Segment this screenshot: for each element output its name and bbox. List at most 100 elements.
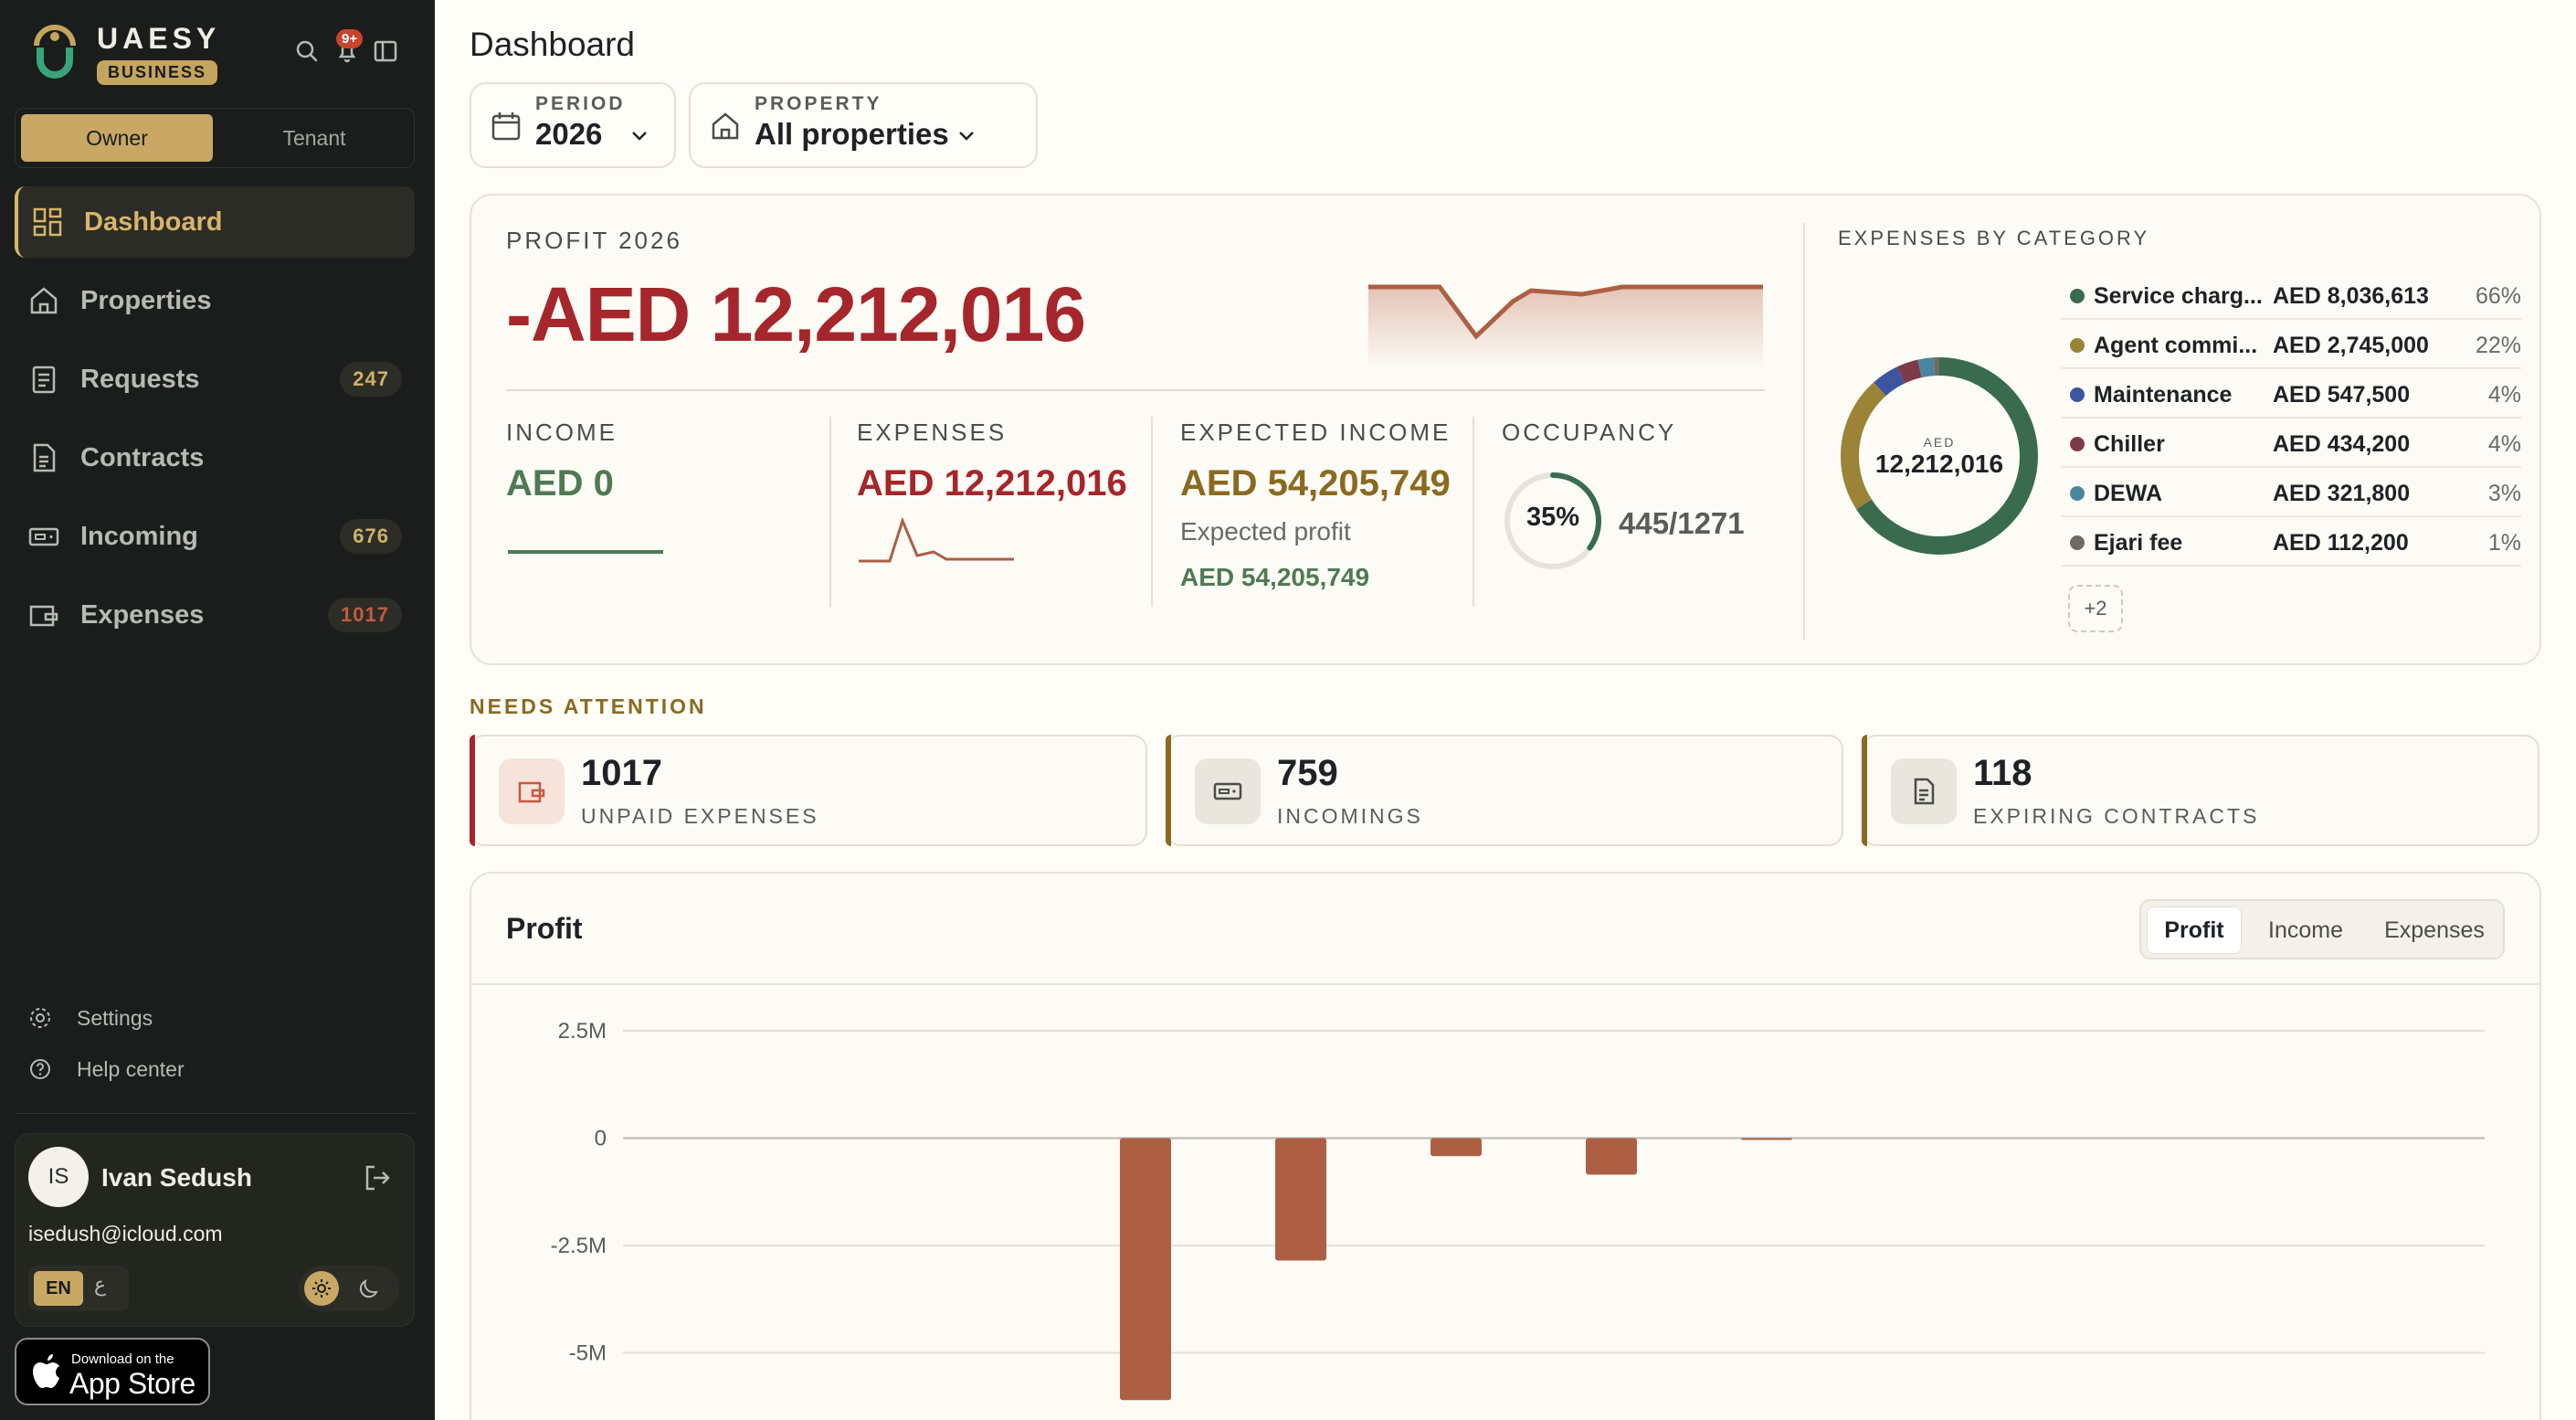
expected-income-value: AED 54,205,749 <box>1180 463 1451 503</box>
home-icon <box>712 112 739 140</box>
home-icon <box>30 287 58 314</box>
role-tenant-button[interactable]: Tenant <box>218 114 410 162</box>
nav-label: Properties <box>80 285 212 315</box>
nav-item-contracts[interactable]: Contracts <box>15 422 415 493</box>
metric-divider <box>1151 417 1153 607</box>
help-icon <box>30 1059 50 1079</box>
metric-divider <box>829 417 831 607</box>
language-switch: EN ع <box>28 1266 129 1311</box>
category-list: Service charg... AED 8,036,613 66% Agent c… <box>2061 270 2521 567</box>
profit-bar[interactable] <box>1275 1138 1326 1261</box>
occupancy-metric: OCCUPANCY 35% 445/1271 <box>1502 419 1776 605</box>
category-name: Service charg... <box>2094 283 2263 309</box>
notification-badge: 9+ <box>336 29 364 48</box>
card-accent <box>1862 735 1867 846</box>
category-name: Agent commi... <box>2094 333 2258 358</box>
nav-item-incoming[interactable]: Incoming 676 <box>15 501 415 572</box>
nav-label: Requests <box>80 364 200 394</box>
summary-divider <box>506 389 1765 391</box>
incomings-card[interactable]: 759 INCOMINGS <box>1166 735 1843 846</box>
tab-income[interactable]: Income <box>2249 906 2362 954</box>
logout-icon[interactable] <box>361 1161 394 1194</box>
category-percent: 3% <box>2487 481 2521 506</box>
brand[interactable]: UAESY BUSINESS <box>27 22 274 95</box>
app-store-label: App Store <box>69 1367 195 1400</box>
tab-expenses[interactable]: Expenses <box>2370 906 2499 954</box>
language-ar-button[interactable]: ع <box>94 1273 106 1297</box>
nav-item-dashboard[interactable]: Dashboard <box>15 186 415 258</box>
category-row[interactable]: Service charg... AED 8,036,613 66% <box>2061 270 2521 320</box>
nav-item-properties[interactable]: Properties <box>15 265 415 336</box>
metric-divider <box>1473 417 1474 607</box>
profit-bar[interactable] <box>1120 1138 1171 1401</box>
user-card: IS Ivan Sedush isedush@icloud.com EN ع <box>15 1133 415 1327</box>
profit-bar[interactable] <box>1586 1138 1637 1175</box>
more-categories-button[interactable]: +2 <box>2068 585 2123 632</box>
category-row[interactable]: Ejari fee AED 112,200 1% <box>2061 517 2521 567</box>
property-filter[interactable]: PROPERTY All properties <box>689 82 1038 168</box>
donut-total: 12,212,016 <box>1874 450 2004 478</box>
nav-item-settings[interactable]: Settings <box>27 1005 153 1031</box>
needs-attention-label: NEEDS ATTENTION <box>470 694 707 718</box>
expected-income-metric: EXPECTED INCOME AED 54,205,749 Expected … <box>1180 419 1473 605</box>
sun-icon <box>312 1279 331 1298</box>
settings-label: Settings <box>77 1005 153 1030</box>
app-store-caption: Download on the <box>71 1351 174 1367</box>
profit-bar[interactable] <box>1741 1138 1792 1140</box>
nav-item-help-center[interactable]: Help center <box>27 1056 185 1082</box>
category-amount: AED 321,800 <box>2273 481 2411 506</box>
brand-badge: BUSINESS <box>97 60 218 85</box>
category-dot <box>2070 535 2085 550</box>
profit-bar[interactable] <box>1431 1138 1482 1157</box>
app-store-button[interactable]: Download on the App Store <box>15 1338 210 1405</box>
nav-item-requests[interactable]: Requests 247 <box>15 344 415 415</box>
period-filter-label: PERIOD <box>535 93 626 114</box>
user-email: isedush@icloud.com <box>28 1222 223 1245</box>
requests-count-badge: 247 <box>340 362 402 397</box>
category-row[interactable]: Chiller AED 434,200 4% <box>2061 419 2521 468</box>
income-metric: INCOME AED 0 <box>506 419 798 605</box>
occupancy-count: 445/1271 <box>1619 506 1745 540</box>
expenses-count-badge: 1017 <box>328 598 402 632</box>
period-filter[interactable]: PERIOD 2026 <box>470 82 676 168</box>
occupancy-percent: 35% <box>1526 503 1580 532</box>
card-accent <box>1166 735 1171 846</box>
wallet-icon <box>518 781 545 803</box>
chevron-down-icon <box>959 132 974 141</box>
category-amount: AED 112,200 <box>2273 530 2409 556</box>
category-row[interactable]: DEWA AED 321,800 3% <box>2061 468 2521 517</box>
light-theme-button[interactable] <box>304 1271 339 1306</box>
calendar-icon <box>491 112 521 141</box>
expiring-contracts-card[interactable]: 118 EXPIRING CONTRACTS <box>1862 735 2539 846</box>
page-title: Dashboard <box>470 26 636 63</box>
nav-item-expenses[interactable]: Expenses 1017 <box>15 579 415 651</box>
banknote-icon <box>28 527 59 546</box>
category-name: DEWA <box>2094 481 2162 506</box>
incomings-count: 759 <box>1277 753 1338 793</box>
category-divider <box>1803 223 1805 640</box>
y-tick-label: -2.5M <box>551 1234 607 1258</box>
clipboard-icon <box>32 366 56 394</box>
search-icon[interactable] <box>292 37 322 66</box>
brand-name: UAESY <box>97 22 221 55</box>
wallet-icon <box>29 605 58 627</box>
avatar[interactable]: IS <box>28 1147 89 1207</box>
category-amount: AED 2,745,000 <box>2273 333 2429 358</box>
moon-icon[interactable] <box>357 1277 381 1300</box>
y-tick-label: 2.5M <box>558 1019 607 1044</box>
category-row[interactable]: Agent commi... AED 2,745,000 22% <box>2061 320 2521 369</box>
category-dot <box>2070 289 2085 303</box>
expiring-contracts-count: 118 <box>1973 753 2032 793</box>
summary-card: PROFIT 2026 -AED 12,212,016 INCOME AED 0… <box>470 194 2541 665</box>
expected-profit-label: Expected profit <box>1180 517 1351 546</box>
incoming-count-badge: 676 <box>340 519 402 554</box>
role-owner-button[interactable]: Owner <box>21 114 213 162</box>
sidebar-toggle-icon[interactable] <box>371 37 400 66</box>
banknote-icon <box>1213 782 1242 800</box>
language-en-button[interactable]: EN <box>34 1271 83 1306</box>
category-percent: 22% <box>2475 333 2521 358</box>
unpaid-expenses-card[interactable]: 1017 UNPAID EXPENSES <box>470 735 1147 846</box>
property-filter-label: PROPERTY <box>755 93 882 114</box>
tab-profit[interactable]: Profit <box>2147 906 2242 954</box>
category-row[interactable]: Maintenance AED 547,500 4% <box>2061 369 2521 419</box>
